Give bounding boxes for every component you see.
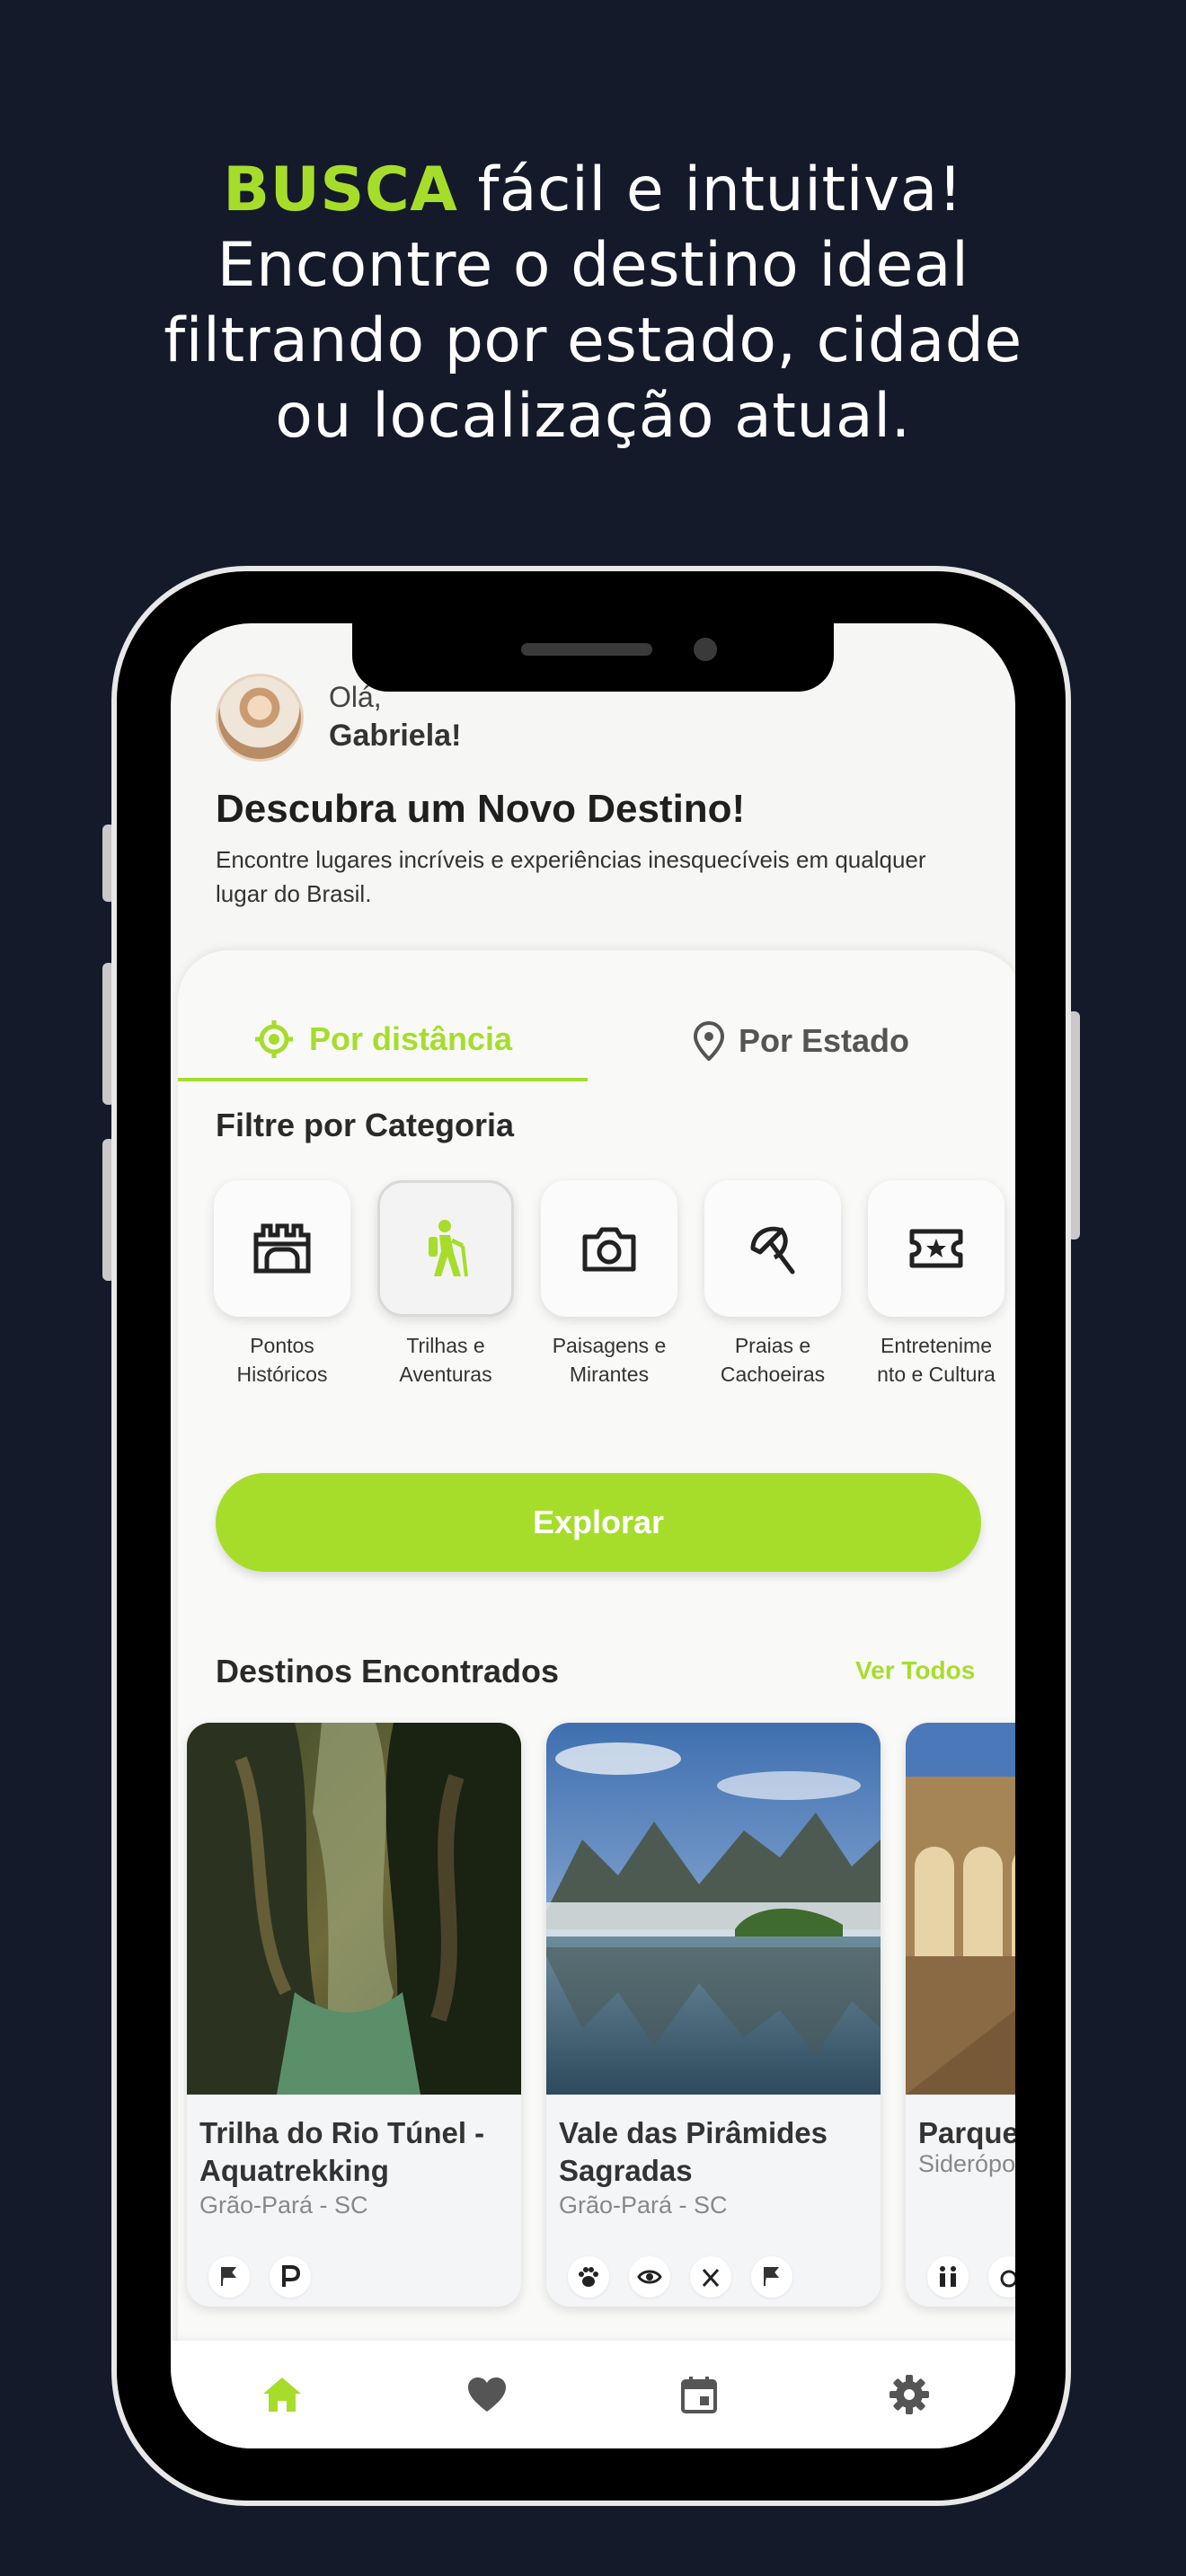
destination-name: Parque [918,2116,1015,2149]
destination-image [546,1723,881,2095]
headline-line-1: BUSCA fácil e intuitiva! [0,153,1186,228]
category-label-line1: Trilhas e [406,1334,485,1357]
category-label-line1: Paisagens e [552,1334,667,1357]
nav-home[interactable] [253,2366,311,2423]
flag-icon [751,2256,792,2298]
explore-button[interactable]: Explorar [216,1473,981,1572]
destination-name: Vale das Pirâmides Sagradas [559,2116,828,2187]
headline-accent: BUSCA [223,154,458,225]
category-tile [868,1180,1005,1317]
category-paisagens-mirantes[interactable]: Paisagens e Mirantes [541,1180,677,1389]
eye-icon [629,2256,670,2298]
target-location-icon [254,1020,293,1058]
home-icon [263,2378,301,2412]
category-label: Trilhas e Aventuras [377,1331,514,1389]
category-label: Entretenime nto e Cultura [868,1331,1005,1389]
gear-icon [890,2375,929,2414]
category-trilhas-aventuras[interactable]: Trilhas e Aventuras [377,1180,514,1389]
phone-notch [352,623,834,692]
bottom-navigation [171,2341,1015,2448]
headline-line-4: ou localização atual. [275,381,911,452]
category-label-line2: Aventuras [399,1363,492,1386]
see-all-link[interactable]: Ver Todos [855,1656,975,1685]
category-tile [541,1180,677,1317]
restroom-icon [927,2256,969,2298]
category-label-line2: Cachoeiras [720,1363,826,1386]
app-screen: Olá, Gabriela! Descubra um Novo Destino!… [171,623,1015,2448]
tab-por-estado-label: Por Estado [738,1022,910,1059]
destination-image [187,1723,521,2095]
page-title: Descubra um Novo Destino! [216,787,746,831]
calendar-icon [681,2377,717,2413]
amenity-icons [568,2256,792,2298]
destination-name: Trilha do Rio Túnel - Aquatrekking [199,2116,485,2187]
tab-por-distancia-label: Por distância [308,1020,513,1057]
category-label-line2: nto e Cultura [877,1363,996,1386]
phone-camera [694,638,717,661]
nav-calendar[interactable] [670,2366,728,2423]
tab-por-estado[interactable]: Por Estado [588,1001,1015,1081]
promo-headline: BUSCA fácil e intuitiva! Encontre o dest… [0,153,1186,454]
flag-icon [208,2256,250,2298]
phone-speaker [521,643,652,656]
umbrella-icon [750,1226,795,1275]
nav-settings[interactable] [881,2366,938,2423]
category-label-line2: Mirantes [569,1363,650,1386]
page-subtitle: Encontre lugares incríveis e experiência… [216,846,926,907]
category-praias-cachoeiras[interactable]: Praias e Cachoeiras [704,1180,841,1389]
category-label: Pontos Históricos [214,1331,350,1389]
headline-line-2: Encontre o destino ideal [217,230,969,301]
paw-icon [568,2256,609,2298]
parking-icon [270,2256,311,2298]
category-tile-active [377,1180,514,1317]
amenity-icons [927,2256,1015,2298]
destination-card[interactable]: Parque Siderópo [906,1723,1015,2307]
category-label: Praias e Cachoeiras [704,1331,841,1389]
greeting-name: Gabriela! [329,719,462,753]
destination-card[interactable]: Vale das Pirâmides Sagradas Grão-Pará - … [546,1723,881,2307]
category-label-line1: Praias e [734,1334,811,1357]
accessibility-icon [988,2256,1015,2298]
camera-icon [582,1227,636,1272]
destinations-title: Destinos Encontrados [216,1653,560,1689]
headline-line-1-rest: fácil e intuitiva! [457,154,963,225]
utensils-icon [690,2256,731,2298]
filter-title: Filtre por Categoria [216,1107,515,1143]
category-entretenimento-cultura[interactable]: Entretenime nto e Cultura [868,1180,1005,1389]
category-tile [704,1180,841,1317]
tab-por-distancia[interactable]: Por distância [178,1001,588,1081]
destination-card[interactable]: Trilha do Rio Túnel - Aquatrekking Grão-… [187,1723,521,2307]
amenity-icons [208,2256,311,2298]
destination-location: Siderópo [918,2150,1015,2177]
destination-location: Grão-Pará - SC [559,2192,728,2219]
category-tile [214,1180,350,1317]
nav-favorites[interactable] [458,2366,516,2423]
avatar[interactable] [216,674,304,762]
category-label-line1: Pontos [250,1334,314,1357]
map-pin-icon [693,1021,724,1061]
category-label-line2: Históricos [236,1363,328,1386]
category-label-line1: Entretenime [880,1334,992,1357]
castle-icon [253,1223,311,1274]
hiker-icon [429,1220,468,1277]
headline-line-3: filtrando por estado, cidade [164,305,1022,376]
category-pontos-historicos[interactable]: Pontos Históricos [214,1180,350,1389]
category-label: Paisagens e Mirantes [541,1331,677,1389]
destination-location: Grão-Pará - SC [199,2192,368,2219]
heart-icon [468,2378,506,2412]
destination-image [906,1723,1015,2095]
ticket-icon [909,1229,963,1268]
